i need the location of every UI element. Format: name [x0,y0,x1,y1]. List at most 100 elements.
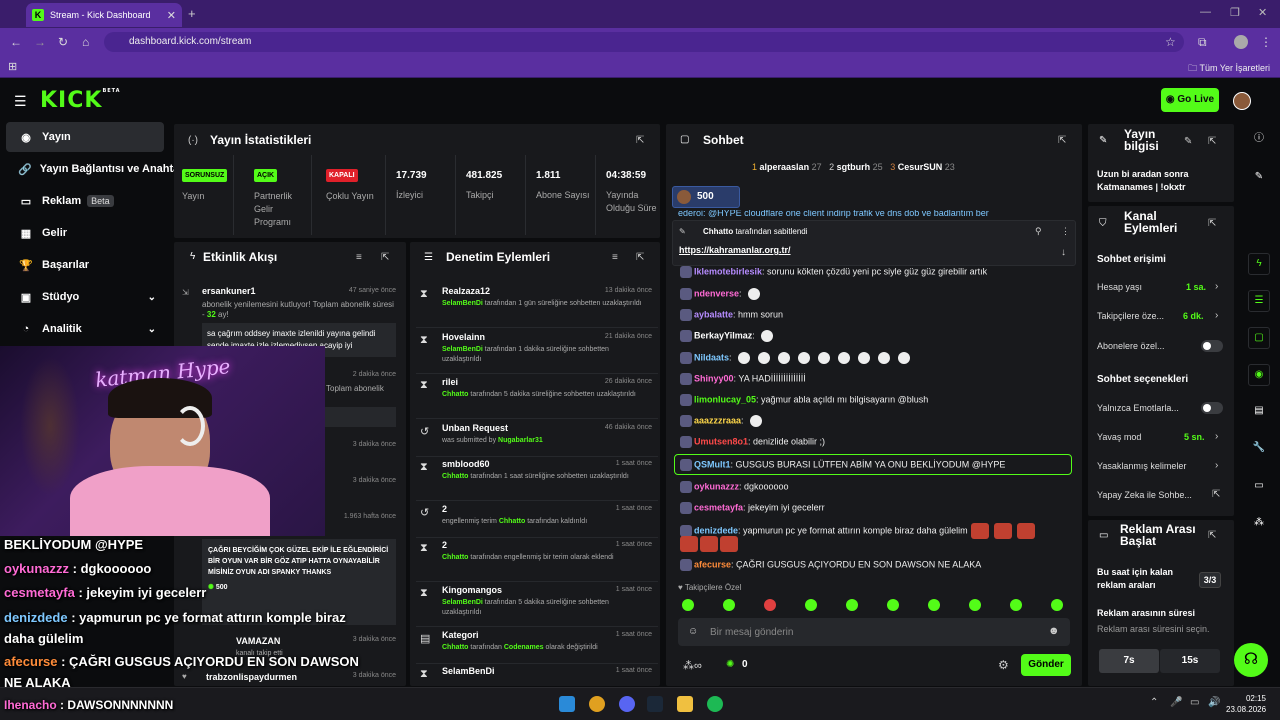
chat-message[interactable]: limonlucay_05: yağmur abla açıldı mı bil… [680,394,928,406]
expand-arrow-icon[interactable]: ↓ [1061,247,1066,258]
home-icon[interactable]: ⌂ [82,35,89,49]
chat-message[interactable]: Iklemotebirlesik: sorunu kökten çözdü ye… [680,266,987,278]
popout-icon[interactable]: ⇱ [636,252,644,263]
volume-icon[interactable]: 🔊 [1208,697,1220,708]
mod-action-item[interactable]: ▤ Kategori 1 saat önce Chhatto tarafından C… [416,628,658,664]
steam-icon[interactable] [647,696,663,712]
sidebar-item-analitik[interactable]: ◔ Analitik ⌄ [6,314,164,344]
broadcast-icon[interactable]: ◉ [1248,364,1270,386]
emote-picker-item-icon[interactable] [969,599,981,611]
grid-icon[interactable]: ⁂ [1248,513,1270,535]
browser-menu-icon[interactable]: ⋮ [1260,35,1272,49]
followers-only-row[interactable]: Takipçilere öze... [1097,311,1164,321]
minimize-icon[interactable]: — [1200,6,1211,18]
emoji-icon[interactable]: ☻ [1048,625,1060,637]
popout-icon[interactable]: ⇱ [381,252,389,263]
emote-picker-item-icon[interactable] [1010,599,1022,611]
pinned-link[interactable]: https://kahramanlar.org.tr/ [679,245,791,255]
sidebar-item-basarilar[interactable]: 🏆 Başarılar [6,250,164,280]
back-icon[interactable]: ← [10,35,22,49]
chevron-right-icon[interactable]: › [1215,431,1218,442]
all-bookmarks[interactable]: 🗀 Tüm Yer İşaretleri [1188,61,1270,77]
video-icon[interactable]: ▤ [1248,401,1270,423]
chat-users-icon[interactable]: ⁂∞ [683,659,702,672]
chat-username[interactable]: oykunazzz [694,481,739,491]
go-live-button[interactable]: ◉ Go Live [1161,88,1219,112]
popout-icon[interactable]: ⇱ [1208,218,1216,229]
help-chat-icon[interactable]: ☊ [1234,643,1268,677]
filter-icon[interactable]: ≡ [356,252,362,263]
slow-mode-row[interactable]: Yavaş mod [1097,432,1141,442]
system-clock[interactable]: 02:15 23.08.2026 [1226,693,1266,715]
chat-username[interactable]: BerkayYilmaz [694,330,752,340]
popout-icon[interactable]: ⇱ [1208,136,1216,147]
spotify-icon[interactable] [707,696,723,712]
edit-pencil-icon[interactable]: ✎ [1184,136,1192,147]
kick-logo[interactable]: KICKBETA [40,88,121,113]
emote-bar[interactable] [678,598,1145,614]
popout-icon[interactable]: ⇱ [1208,530,1216,541]
close-window-icon[interactable]: ✕ [1258,6,1267,19]
more-options-icon[interactable]: ⋮ [1061,226,1070,237]
tray-chevron-icon[interactable]: ⌃ [1150,697,1158,708]
edit-icon[interactable]: ✎ [1248,167,1270,189]
mod-action-item[interactable]: ⧗ Realzaza12 13 dakika önce SelamBenDi tara… [416,284,658,328]
profile-avatar[interactable] [1234,35,1248,49]
chat-username[interactable]: afecurse [694,559,731,569]
activity-icon[interactable]: ϟ [1248,253,1270,275]
emote-picker-item-icon[interactable] [764,599,776,611]
chat-icon[interactable]: ▢ [1248,327,1270,349]
mod-log-icon[interactable]: ☰ [1248,290,1270,312]
microphone-icon[interactable]: 🎤 [1170,697,1182,708]
banned-words-row[interactable]: Yasaklanmış kelimeler [1097,461,1186,471]
chevron-right-icon[interactable]: › [1215,310,1218,321]
chat-message[interactable]: ndenverse: [680,288,762,300]
chat-username[interactable]: aybalatte [694,309,733,319]
unpin-icon[interactable]: ⚲ [1035,226,1042,237]
chat-message[interactable]: Umutsen8o1: denizlide olabilir ;) [680,436,825,448]
filter-icon[interactable]: ≡ [612,252,618,263]
emote-picker-icon[interactable]: ☺ [688,626,698,637]
ai-chat-row[interactable]: Yapay Zeka ile Sohbe... [1097,490,1192,500]
url-input[interactable]: dashboard.kick.com/stream [104,32,1184,52]
chat-message[interactable]: Shinyy00: YA HADİİİİİİİİİİİİİİ [680,373,806,385]
emote-picker-item-icon[interactable] [846,599,858,611]
hamburger-menu-icon[interactable]: ☰ [14,93,27,110]
discord-icon[interactable] [619,696,635,712]
file-explorer-icon[interactable] [677,696,693,712]
close-tab-icon[interactable]: ✕ [167,9,176,22]
chat-username[interactable]: Nildaats [694,352,729,362]
chat-message[interactable]: aybalatte: hmm sorun [680,309,783,321]
chat-message[interactable]: afecurse: ÇAĞRI GUSGUS AÇIYORDU EN SON D… [680,559,981,571]
ad-duration-7s-button[interactable]: 7s [1099,649,1159,673]
new-tab-icon[interactable]: + [188,6,196,21]
maximize-icon[interactable]: ❐ [1230,6,1240,19]
browser-tab[interactable]: K Stream - Kick Dashboard ✕ [26,3,182,27]
reload-icon[interactable]: ↻ [58,35,68,49]
mod-action-item[interactable]: ↺ 2 1 saat önce engellenmiş terim Chhatto t… [416,502,658,538]
popout-icon[interactable]: ⇱ [1058,135,1066,146]
emote-picker-item-icon[interactable] [928,599,940,611]
forward-icon[interactable]: → [34,35,46,49]
chat-username[interactable]: limonlucay_05 [694,394,756,404]
wrench-icon[interactable]: 🔧 [1248,438,1270,460]
ad-duration-15s-button[interactable]: 15s [1160,649,1220,673]
sidebar-item-reklam[interactable]: ▭ Reklam Beta [6,186,164,216]
sidebar-item-studyo[interactable]: ▣ Stüdyo ⌄ [6,282,164,312]
chat-message[interactable]: Nildaats: [680,352,912,364]
send-button[interactable]: Gönder [1021,654,1071,676]
emote-picker-item-icon[interactable] [805,599,817,611]
chat-username[interactable]: cesmetayfa [694,502,743,512]
mod-action-item[interactable]: ⧗ Kingomangos 1 saat önce SelamBenDi tarafı… [416,583,658,627]
mod-action-item[interactable]: ⧗ 2 1 saat önce Chhatto tarafından engellen… [416,538,658,582]
info-icon[interactable]: ⓘ [1248,129,1270,151]
apps-grid-icon[interactable]: ⊞ [8,60,17,73]
mod-action-item[interactable]: ⧗ Hovelainn 21 dakika önce SelamBenDi taraf… [416,330,658,374]
mod-action-item[interactable]: ⧗ smblood60 1 saat önce Chhatto tarafından … [416,457,658,501]
chat-username[interactable]: Iklemotebirlesik [694,266,762,276]
emote-picker-item-icon[interactable] [887,599,899,611]
windows-start-icon[interactable] [559,696,575,712]
extensions-icon[interactable]: ⧉ [1198,35,1207,50]
chevron-right-icon[interactable]: › [1215,281,1218,292]
chat-username[interactable]: ndenverse [694,288,739,298]
